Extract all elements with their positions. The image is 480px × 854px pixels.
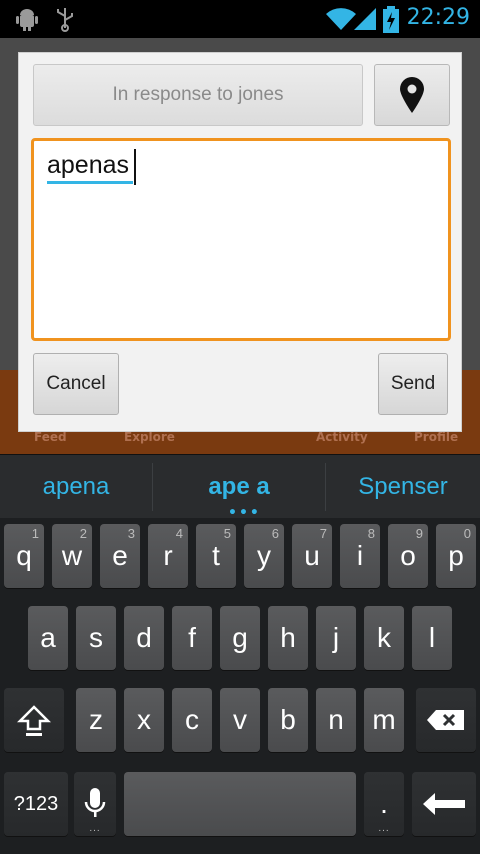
backspace-key[interactable]	[416, 688, 476, 752]
key-label: r	[163, 540, 173, 571]
location-pin-icon	[400, 77, 424, 113]
composing-underline	[47, 181, 133, 184]
key-j[interactable]: j	[316, 606, 356, 670]
background-tab-activity: Activity	[316, 430, 368, 444]
key-u[interactable]: u7	[292, 524, 332, 588]
key-p[interactable]: p0	[436, 524, 476, 588]
key-z[interactable]: z	[76, 688, 116, 752]
key-t[interactable]: t5	[196, 524, 236, 588]
text-caret	[134, 149, 136, 185]
period-key-dots: ...	[378, 823, 390, 834]
key-h[interactable]: h	[268, 606, 308, 670]
symbols-key[interactable]: ?123	[4, 772, 68, 836]
voice-input-key[interactable]: ...	[74, 772, 116, 836]
period-key[interactable]: . ...	[364, 772, 404, 836]
send-button[interactable]: Send	[378, 353, 448, 415]
key-v[interactable]: v	[220, 688, 260, 752]
key-k[interactable]: k	[364, 606, 404, 670]
key-w[interactable]: w2	[52, 524, 92, 588]
battery-charging-icon	[383, 6, 399, 33]
period-label: .	[380, 788, 388, 819]
signal-icon	[354, 8, 376, 30]
reply-dialog: In response to jones apenas Cancel Send	[18, 52, 462, 432]
key-hint: 5	[223, 526, 231, 541]
suggestion-left[interactable]: apena	[0, 455, 152, 519]
key-o[interactable]: o9	[388, 524, 428, 588]
key-label: q	[16, 540, 32, 571]
key-label: t	[212, 540, 220, 571]
backspace-icon	[427, 710, 464, 730]
key-s[interactable]: s	[76, 606, 116, 670]
key-a[interactable]: a	[28, 606, 68, 670]
key-i[interactable]: i8	[340, 524, 380, 588]
message-input[interactable]: apenas	[31, 138, 451, 341]
key-hint: 2	[79, 526, 87, 541]
key-hint: 9	[415, 526, 423, 541]
enter-arrow-icon	[423, 793, 465, 815]
key-n[interactable]: n	[316, 688, 356, 752]
key-d[interactable]: d	[124, 606, 164, 670]
key-c[interactable]: c	[172, 688, 212, 752]
clock: 22:29	[406, 5, 470, 30]
cancel-button[interactable]: Cancel	[33, 353, 119, 415]
microphone-icon	[84, 788, 106, 817]
status-bar: 22:29	[0, 0, 480, 38]
key-g[interactable]: g	[220, 606, 260, 670]
key-label: i	[356, 540, 364, 571]
location-button[interactable]	[374, 64, 450, 126]
key-hint: 4	[175, 526, 183, 541]
keyboard: q1 w2 e3 r4 t5 y6 u7 i8 o9 p0 a s d f g …	[0, 518, 480, 854]
key-hint: 6	[271, 526, 279, 541]
space-key[interactable]	[124, 772, 356, 836]
background-tab-explore: Explore	[124, 430, 175, 444]
message-text: apenas	[47, 151, 130, 179]
usb-icon	[57, 8, 73, 32]
key-label: w	[61, 540, 83, 571]
key-y[interactable]: y6	[244, 524, 284, 588]
key-f[interactable]: f	[172, 606, 212, 670]
background-tab-profile: Profile	[414, 430, 459, 444]
key-hint: 7	[319, 526, 327, 541]
key-hint: 3	[127, 526, 135, 541]
suggestion-strip: apena ape a Spenser •••	[0, 454, 480, 521]
key-label: e	[112, 540, 128, 571]
shift-arrow-icon	[17, 705, 51, 736]
voice-key-dots: ...	[89, 823, 101, 834]
key-q[interactable]: q1	[4, 524, 44, 588]
key-b[interactable]: b	[268, 688, 308, 752]
enter-key[interactable]	[412, 772, 476, 836]
key-x[interactable]: x	[124, 688, 164, 752]
key-l[interactable]: l	[412, 606, 452, 670]
key-label: y	[257, 540, 271, 571]
key-r[interactable]: r4	[148, 524, 188, 588]
key-label: p	[448, 540, 464, 571]
in-response-button[interactable]: In response to jones	[33, 64, 363, 126]
android-debug-icon	[16, 9, 38, 31]
key-hint: 1	[31, 526, 39, 541]
key-hint: 8	[367, 526, 375, 541]
background-tab-feed: Feed	[34, 430, 67, 444]
suggestion-right[interactable]: Spenser	[326, 455, 480, 519]
key-label: o	[400, 540, 416, 571]
key-label: u	[304, 540, 320, 571]
key-e[interactable]: e3	[100, 524, 140, 588]
key-hint: 0	[463, 526, 471, 541]
shift-key[interactable]	[4, 688, 64, 752]
key-m[interactable]: m	[364, 688, 404, 752]
